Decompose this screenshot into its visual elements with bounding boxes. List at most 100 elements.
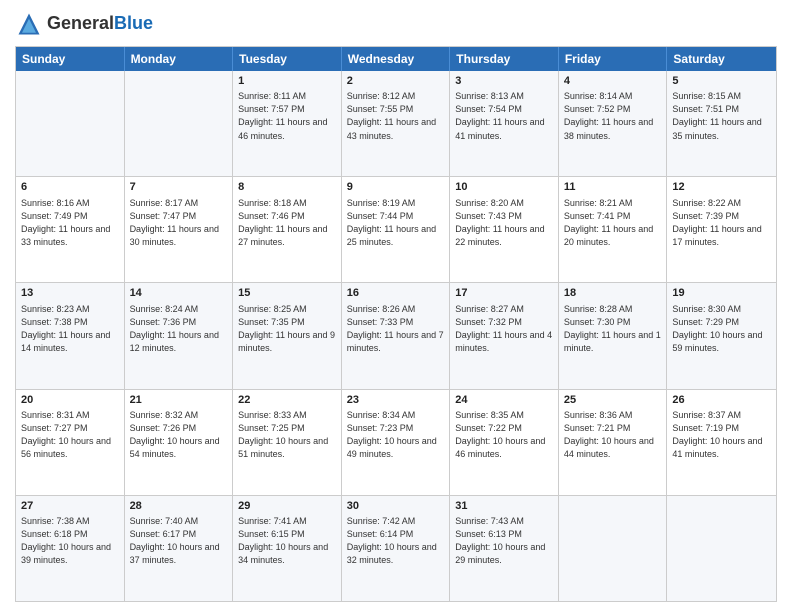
- cal-cell: 18 Sunrise: 8:28 AMSunset: 7:30 PMDayligh…: [559, 283, 668, 388]
- cell-info: Sunrise: 8:14 AMSunset: 7:52 PMDaylight:…: [564, 90, 662, 142]
- cal-cell: 24Sunrise: 8:35 AMSunset: 7:22 PMDayligh…: [450, 390, 559, 495]
- cell-info: Sunrise: 8:27 AMSunset: 7:32 PMDaylight:…: [455, 303, 553, 355]
- cal-week-5: 27Sunrise: 7:38 AMSunset: 6:18 PMDayligh…: [16, 495, 776, 601]
- cal-cell: 14 Sunrise: 8:24 AMSunset: 7:36 PMDayligh…: [125, 283, 234, 388]
- cal-header-friday: Friday: [559, 47, 668, 71]
- cal-cell: [125, 71, 234, 176]
- cal-cell: 13 Sunrise: 8:23 AMSunset: 7:38 PMDayligh…: [16, 283, 125, 388]
- day-number: 3: [455, 74, 553, 89]
- cell-info: Sunrise: 8:13 AMSunset: 7:54 PMDaylight:…: [455, 90, 553, 142]
- cal-cell: 19Sunrise: 8:30 AMSunset: 7:29 PMDayligh…: [667, 283, 776, 388]
- day-number: 11: [564, 180, 662, 195]
- logo-text: GeneralBlue: [47, 14, 153, 34]
- day-number: 24: [455, 393, 553, 408]
- cell-info: Sunrise: 8:11 AMSunset: 7:57 PMDaylight:…: [238, 90, 336, 142]
- cal-week-2: 6 Sunrise: 8:16 AMSunset: 7:49 PMDaylight…: [16, 176, 776, 282]
- day-number: 6: [21, 180, 119, 195]
- cal-cell: 30Sunrise: 7:42 AMSunset: 6:14 PMDayligh…: [342, 496, 451, 601]
- cal-cell: 11 Sunrise: 8:21 AMSunset: 7:41 PMDayligh…: [559, 177, 668, 282]
- cal-header-saturday: Saturday: [667, 47, 776, 71]
- cal-cell: 21Sunrise: 8:32 AMSunset: 7:26 PMDayligh…: [125, 390, 234, 495]
- calendar: SundayMondayTuesdayWednesdayThursdayFrid…: [15, 46, 777, 602]
- cell-info: Sunrise: 8:25 AMSunset: 7:35 PMDaylight:…: [238, 303, 336, 355]
- day-number: 23: [347, 393, 445, 408]
- cell-info: Sunrise: 8:36 AMSunset: 7:21 PMDaylight:…: [564, 409, 662, 461]
- cal-cell: 28Sunrise: 7:40 AMSunset: 6:17 PMDayligh…: [125, 496, 234, 601]
- cell-info: Sunrise: 8:28 AMSunset: 7:30 PMDaylight:…: [564, 303, 662, 355]
- cell-info: Sunrise: 8:19 AMSunset: 7:44 PMDaylight:…: [347, 197, 445, 249]
- cell-info: Sunrise: 7:40 AMSunset: 6:17 PMDaylight:…: [130, 515, 228, 567]
- cell-info: Sunrise: 8:35 AMSunset: 7:22 PMDaylight:…: [455, 409, 553, 461]
- day-number: 29: [238, 499, 336, 514]
- cal-cell: 3Sunrise: 8:13 AMSunset: 7:54 PMDaylight…: [450, 71, 559, 176]
- day-number: 16: [347, 286, 445, 301]
- day-number: 26: [672, 393, 771, 408]
- logo: GeneralBlue: [15, 10, 153, 38]
- cell-info: Sunrise: 8:34 AMSunset: 7:23 PMDaylight:…: [347, 409, 445, 461]
- cell-info: Sunrise: 8:23 AMSunset: 7:38 PMDaylight:…: [21, 303, 119, 355]
- day-number: 12: [672, 180, 771, 195]
- cal-week-1: 1Sunrise: 8:11 AMSunset: 7:57 PMDaylight…: [16, 71, 776, 176]
- cal-header-sunday: Sunday: [16, 47, 125, 71]
- cal-cell: 27Sunrise: 7:38 AMSunset: 6:18 PMDayligh…: [16, 496, 125, 601]
- cal-cell: 1Sunrise: 8:11 AMSunset: 7:57 PMDaylight…: [233, 71, 342, 176]
- day-number: 14: [130, 286, 228, 301]
- day-number: 21: [130, 393, 228, 408]
- cal-cell: 7Sunrise: 8:17 AMSunset: 7:47 PMDaylight…: [125, 177, 234, 282]
- cal-header-monday: Monday: [125, 47, 234, 71]
- cal-header-thursday: Thursday: [450, 47, 559, 71]
- cell-info: Sunrise: 7:43 AMSunset: 6:13 PMDaylight:…: [455, 515, 553, 567]
- cell-info: Sunrise: 8:12 AMSunset: 7:55 PMDaylight:…: [347, 90, 445, 142]
- cal-cell: 4Sunrise: 8:14 AMSunset: 7:52 PMDaylight…: [559, 71, 668, 176]
- cell-info: Sunrise: 8:18 AMSunset: 7:46 PMDaylight:…: [238, 197, 336, 249]
- page: GeneralBlue SundayMondayTuesdayWednesday…: [0, 0, 792, 612]
- cal-cell: 25Sunrise: 8:36 AMSunset: 7:21 PMDayligh…: [559, 390, 668, 495]
- cal-header-wednesday: Wednesday: [342, 47, 451, 71]
- logo-blue: Blue: [114, 13, 153, 33]
- day-number: 31: [455, 499, 553, 514]
- cell-info: Sunrise: 8:33 AMSunset: 7:25 PMDaylight:…: [238, 409, 336, 461]
- day-number: 10: [455, 180, 553, 195]
- cell-info: Sunrise: 8:16 AMSunset: 7:49 PMDaylight:…: [21, 197, 119, 249]
- cal-cell: 15Sunrise: 8:25 AMSunset: 7:35 PMDayligh…: [233, 283, 342, 388]
- cal-cell: 6 Sunrise: 8:16 AMSunset: 7:49 PMDaylight…: [16, 177, 125, 282]
- day-number: 5: [672, 74, 771, 89]
- cal-cell: 20Sunrise: 8:31 AMSunset: 7:27 PMDayligh…: [16, 390, 125, 495]
- cell-info: Sunrise: 8:24 AMSunset: 7:36 PMDaylight:…: [130, 303, 228, 355]
- cal-cell: 9Sunrise: 8:19 AMSunset: 7:44 PMDaylight…: [342, 177, 451, 282]
- cell-info: Sunrise: 7:42 AMSunset: 6:14 PMDaylight:…: [347, 515, 445, 567]
- cal-cell: [559, 496, 668, 601]
- cell-info: Sunrise: 8:32 AMSunset: 7:26 PMDaylight:…: [130, 409, 228, 461]
- cell-info: Sunrise: 7:38 AMSunset: 6:18 PMDaylight:…: [21, 515, 119, 567]
- cell-info: Sunrise: 8:26 AMSunset: 7:33 PMDaylight:…: [347, 303, 445, 355]
- cell-info: Sunrise: 7:41 AMSunset: 6:15 PMDaylight:…: [238, 515, 336, 567]
- cell-info: Sunrise: 8:17 AMSunset: 7:47 PMDaylight:…: [130, 197, 228, 249]
- day-number: 18: [564, 286, 662, 301]
- day-number: 28: [130, 499, 228, 514]
- day-number: 1: [238, 74, 336, 89]
- cal-week-3: 13 Sunrise: 8:23 AMSunset: 7:38 PMDayligh…: [16, 282, 776, 388]
- cal-cell: 31Sunrise: 7:43 AMSunset: 6:13 PMDayligh…: [450, 496, 559, 601]
- cal-cell: 23Sunrise: 8:34 AMSunset: 7:23 PMDayligh…: [342, 390, 451, 495]
- header: GeneralBlue: [15, 10, 777, 38]
- cal-cell: 22Sunrise: 8:33 AMSunset: 7:25 PMDayligh…: [233, 390, 342, 495]
- cell-info: Sunrise: 8:21 AMSunset: 7:41 PMDaylight:…: [564, 197, 662, 249]
- cell-info: Sunrise: 8:20 AMSunset: 7:43 PMDaylight:…: [455, 197, 553, 249]
- cell-info: Sunrise: 8:22 AMSunset: 7:39 PMDaylight:…: [672, 197, 771, 249]
- cal-cell: 16 Sunrise: 8:26 AMSunset: 7:33 PMDayligh…: [342, 283, 451, 388]
- day-number: 30: [347, 499, 445, 514]
- day-number: 13: [21, 286, 119, 301]
- cal-cell: 29Sunrise: 7:41 AMSunset: 6:15 PMDayligh…: [233, 496, 342, 601]
- cal-cell: 12 Sunrise: 8:22 AMSunset: 7:39 PMDayligh…: [667, 177, 776, 282]
- cal-cell: 17 Sunrise: 8:27 AMSunset: 7:32 PMDayligh…: [450, 283, 559, 388]
- cal-cell: [16, 71, 125, 176]
- day-number: 17: [455, 286, 553, 301]
- calendar-header-row: SundayMondayTuesdayWednesdayThursdayFrid…: [16, 47, 776, 71]
- day-number: 19: [672, 286, 771, 301]
- day-number: 22: [238, 393, 336, 408]
- calendar-body: 1Sunrise: 8:11 AMSunset: 7:57 PMDaylight…: [16, 71, 776, 601]
- day-number: 20: [21, 393, 119, 408]
- cal-cell: 5Sunrise: 8:15 AMSunset: 7:51 PMDaylight…: [667, 71, 776, 176]
- cal-cell: 10 Sunrise: 8:20 AMSunset: 7:43 PMDayligh…: [450, 177, 559, 282]
- day-number: 4: [564, 74, 662, 89]
